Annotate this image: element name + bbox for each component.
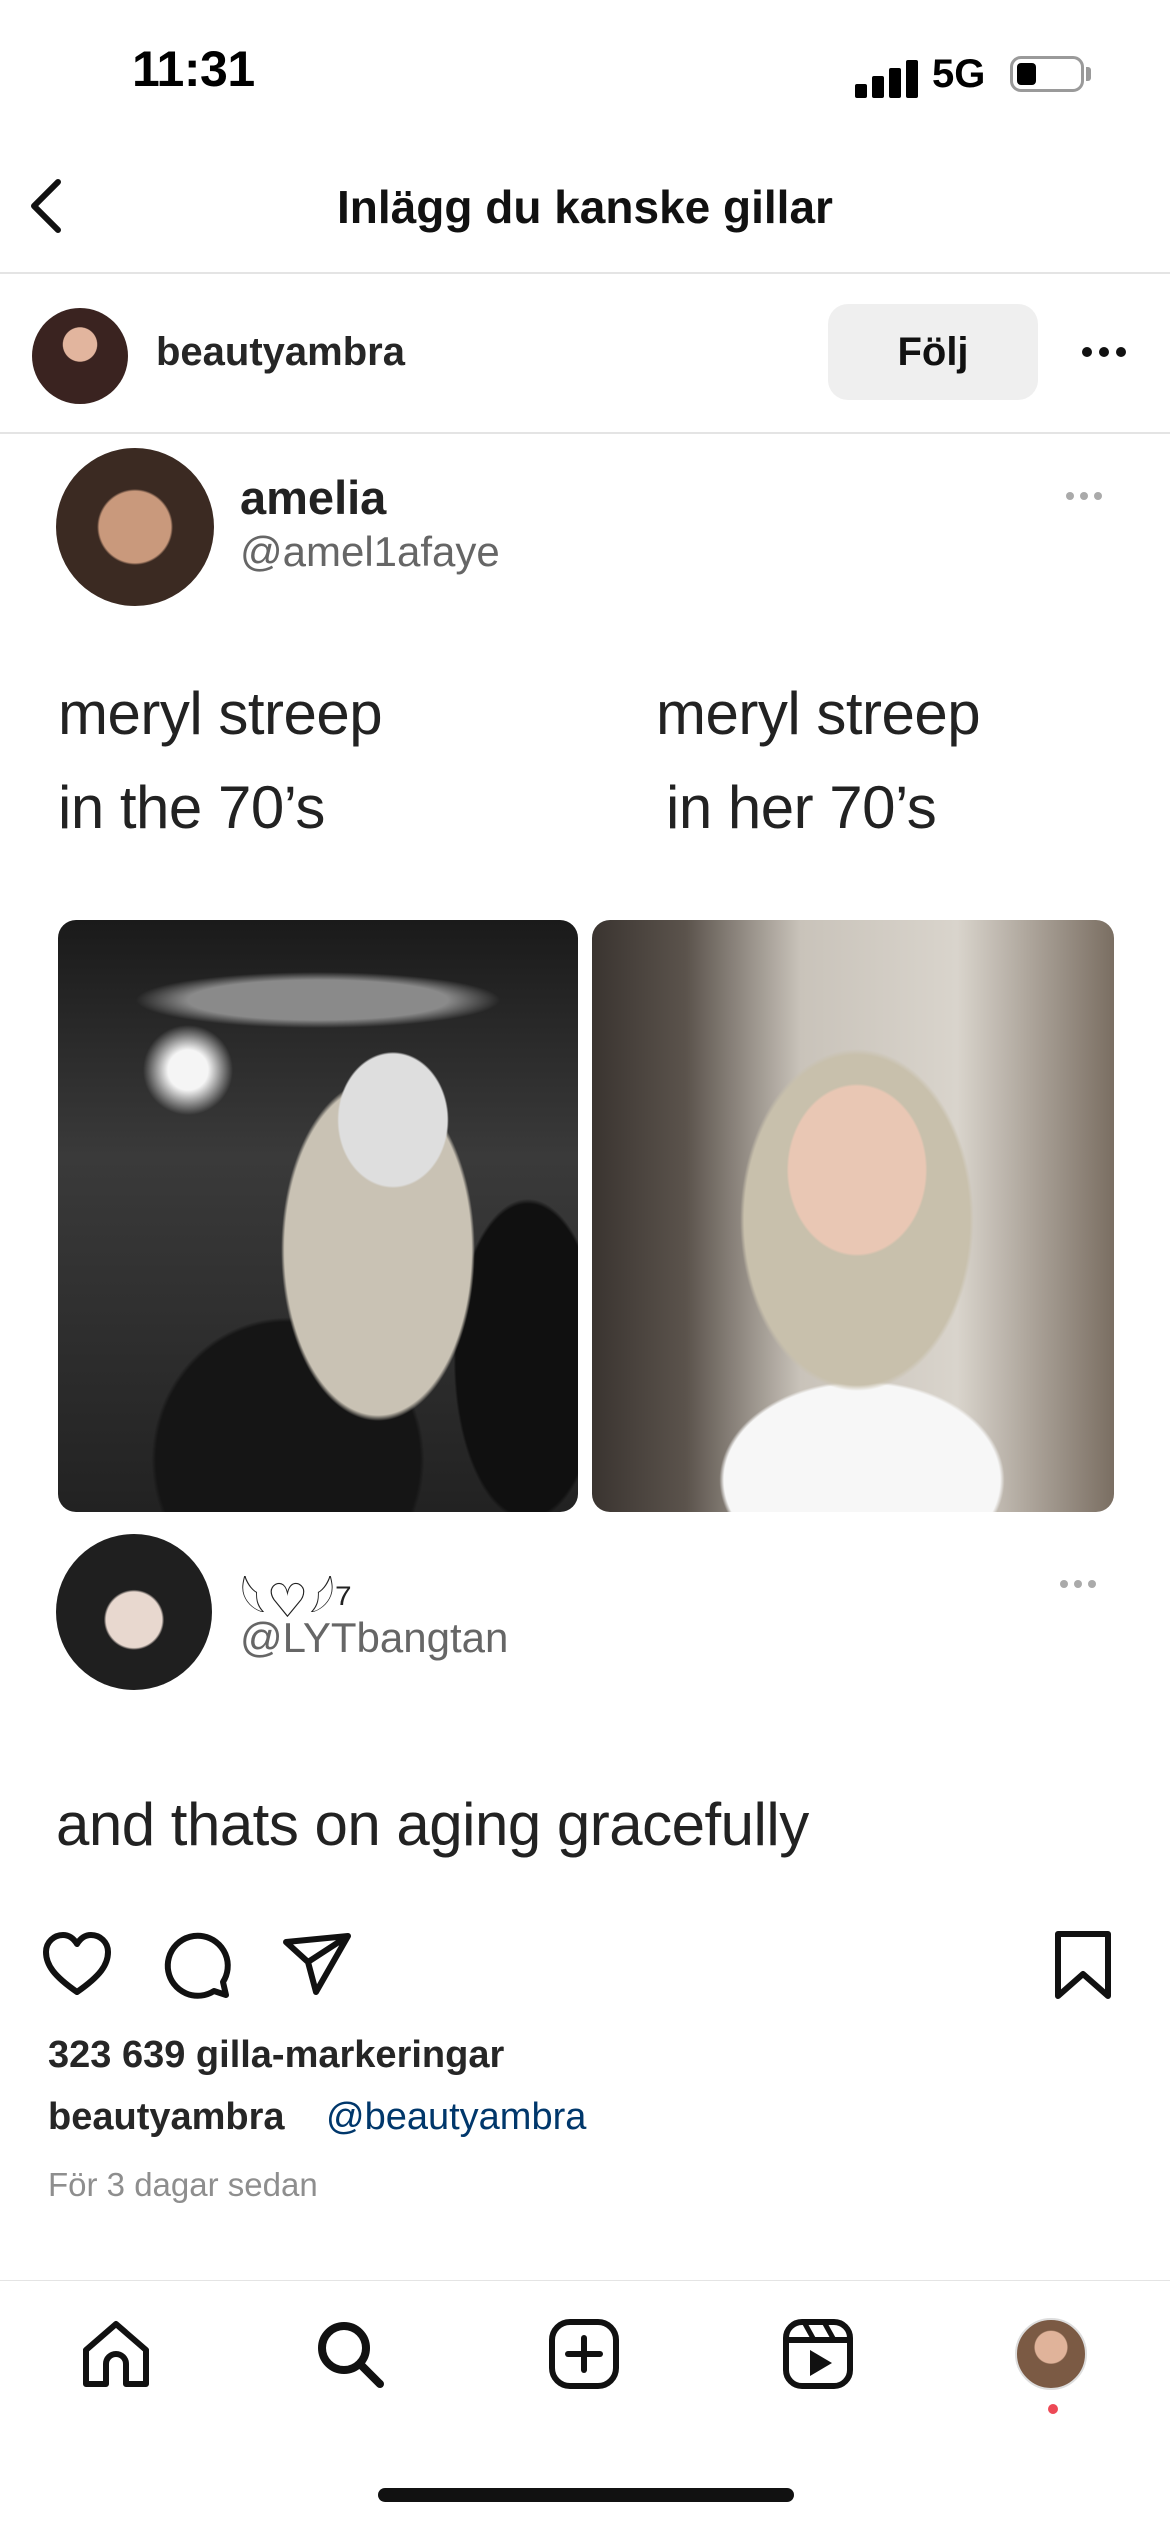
- send-icon: [283, 1933, 351, 1995]
- share-button[interactable]: [280, 1928, 354, 2002]
- tweet2-handle: @LYTbangtan: [240, 1614, 509, 1661]
- network-label: 5G: [932, 52, 986, 96]
- photo-meryl-her-70s: [592, 920, 1114, 1512]
- poster-avatar[interactable]: [32, 308, 128, 404]
- tweet1-handle: @amel1afaye: [240, 528, 500, 575]
- poster-username[interactable]: beautyambra: [156, 330, 405, 375]
- new-post-icon: [549, 2319, 619, 2389]
- caption-right-line2: in her 70’s: [666, 774, 937, 841]
- tweet2-more-icon: [1060, 1580, 1096, 1588]
- tab-profile-avatar[interactable]: [1015, 2318, 1087, 2390]
- status-time: 11:31: [132, 41, 255, 97]
- post-timestamp: För 3 dagar sedan: [48, 2166, 318, 2203]
- caption-left-line1: meryl streep: [58, 680, 383, 747]
- tabbar-divider: [0, 2280, 1170, 2281]
- battery-tip: [1086, 67, 1091, 81]
- heart-icon: [43, 1932, 111, 1995]
- comment-icon: [164, 1932, 231, 1999]
- tweet1-more-icon: [1066, 492, 1102, 500]
- more-options-button[interactable]: [1078, 330, 1130, 374]
- tab-search[interactable]: [312, 2316, 388, 2392]
- signal-icon: [855, 58, 919, 98]
- caption-mention[interactable]: @beautyambra: [326, 2096, 586, 2139]
- page-title: Inlägg du kanske gillar: [337, 181, 833, 233]
- save-button[interactable]: [1046, 1928, 1120, 2002]
- notification-dot: [1048, 2404, 1058, 2414]
- caption-right-line1: meryl streep: [656, 680, 981, 747]
- tweet2-text: and thats on aging gracefully: [56, 1791, 809, 1858]
- caption-username[interactable]: beautyambra: [48, 2096, 285, 2139]
- tweet1-name: amelia: [240, 471, 387, 524]
- bookmark-icon: [1055, 1931, 1111, 1999]
- tab-reels[interactable]: [780, 2316, 856, 2392]
- likes-count[interactable]: 323 639 gilla-markeringar: [48, 2034, 504, 2077]
- tweet2-avatar: [56, 1534, 212, 1690]
- header-divider: [0, 272, 1170, 274]
- battery-icon: [1010, 56, 1084, 92]
- home-icon: [83, 2321, 149, 2387]
- photo-meryl-70s: [58, 920, 578, 1512]
- like-button[interactable]: [40, 1928, 114, 2002]
- reels-icon: [783, 2319, 853, 2389]
- tab-home[interactable]: [78, 2316, 154, 2392]
- comment-button[interactable]: [160, 1928, 234, 2002]
- tab-new-post[interactable]: [546, 2316, 622, 2392]
- tweet1-avatar: [56, 448, 214, 606]
- post-divider: [0, 432, 1170, 434]
- home-indicator[interactable]: [378, 2488, 794, 2502]
- search-icon: [318, 2322, 384, 2388]
- follow-button[interactable]: Följ: [828, 304, 1038, 400]
- caption-left-line2: in the 70’s: [58, 774, 325, 841]
